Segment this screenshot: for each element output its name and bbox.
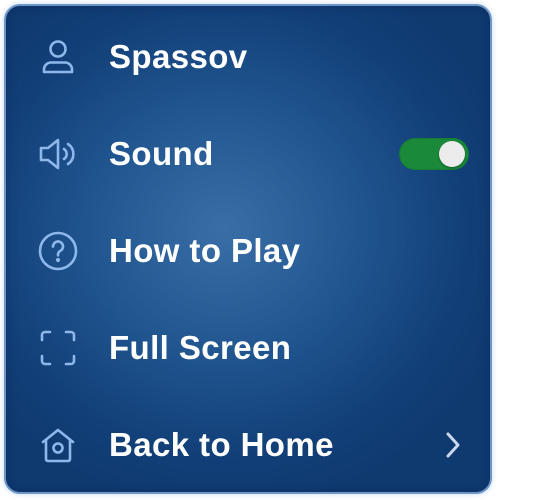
menu-item-sound[interactable]: Sound — [6, 106, 490, 202]
menu-item-label: Back to Home — [109, 426, 334, 463]
menu-item-back-to-home[interactable]: Back to Home — [6, 397, 490, 493]
menu-item-label: Full Screen — [109, 329, 292, 366]
menu-item-full-screen[interactable]: Full Screen — [6, 300, 490, 396]
help-circle-icon — [36, 229, 80, 273]
speaker-icon — [36, 132, 80, 176]
toggle-knob — [439, 141, 465, 167]
menu-item-label: How to Play — [109, 232, 301, 269]
menu-item-how-to-play[interactable]: How to Play — [6, 203, 490, 299]
chevron-right-icon — [438, 425, 468, 465]
menu-item-label: Spassov — [109, 38, 248, 75]
user-icon — [36, 35, 80, 79]
menu-item-label: Sound — [109, 135, 214, 172]
fullscreen-icon — [36, 326, 80, 370]
sound-toggle[interactable] — [399, 138, 469, 170]
menu-item-profile[interactable]: Spassov — [6, 9, 490, 105]
home-icon — [36, 423, 80, 467]
settings-menu: Spassov Sound How to Play Full Screen Ba… — [4, 4, 492, 494]
